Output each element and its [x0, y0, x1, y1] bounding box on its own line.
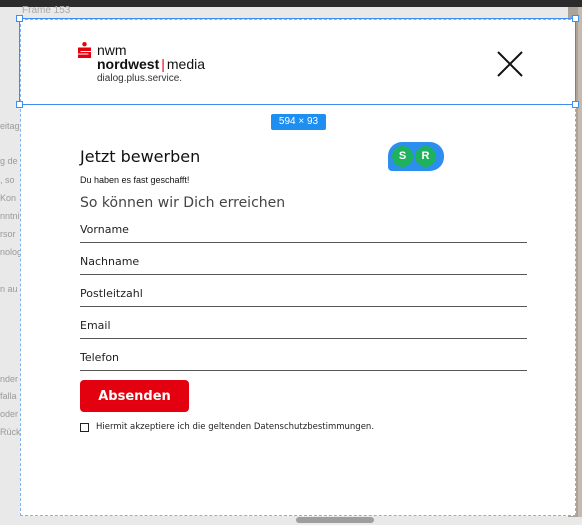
- consent-label: Hiermit akzeptiere ich die geltenden Dat…: [96, 422, 375, 432]
- consent-row[interactable]: Hiermit akzeptiere ich die geltenden Dat…: [80, 422, 374, 432]
- phone-field[interactable]: [80, 345, 527, 371]
- resize-handle-top-right[interactable]: [572, 15, 579, 22]
- postal-code-input[interactable]: [80, 287, 527, 300]
- collaborator-avatars[interactable]: S R: [388, 142, 444, 171]
- avatar[interactable]: S: [392, 146, 413, 167]
- form-title: Jetzt bewerben: [80, 147, 201, 166]
- first-name-field[interactable]: [80, 217, 527, 243]
- postal-code-field[interactable]: [80, 281, 527, 307]
- sparkasse-s-icon: [78, 42, 91, 58]
- logo-tagline: dialog.plus.service.: [97, 73, 183, 84]
- email-field[interactable]: [80, 313, 527, 339]
- phone-input[interactable]: [80, 351, 527, 364]
- close-button[interactable]: [496, 50, 524, 78]
- background-text: nder: [0, 374, 19, 384]
- submit-button[interactable]: Absenden: [80, 380, 189, 412]
- last-name-field[interactable]: [80, 249, 527, 275]
- background-text: nolog: [0, 247, 23, 257]
- section-title: So können wir Dich erreichen: [80, 195, 286, 211]
- first-name-input[interactable]: [80, 223, 527, 236]
- background-text: oder: [0, 409, 19, 419]
- background-text: eitag: [0, 121, 20, 131]
- resize-handle-top-left[interactable]: [16, 15, 23, 22]
- form-subtitle: Du haben es fast geschafft!: [80, 175, 190, 185]
- logo-separator: |: [161, 56, 165, 72]
- background-text: n au: [0, 284, 18, 294]
- background-text: nntni: [0, 211, 20, 221]
- resize-handle-bottom-left[interactable]: [16, 101, 23, 108]
- background-text: , so: [0, 175, 15, 185]
- background-text: rsor: [0, 229, 16, 239]
- avatar[interactable]: R: [415, 146, 436, 167]
- close-icon: [497, 51, 523, 77]
- company-logo: nwm nordwest | media dialog.plus.service.: [77, 40, 227, 88]
- logo-word-media: media: [166, 56, 206, 72]
- resize-handle-bottom-right[interactable]: [572, 101, 579, 108]
- background-text: Rück: [0, 427, 21, 437]
- background-text: g de: [0, 156, 18, 166]
- top-toolbar-strip: [0, 0, 582, 7]
- last-name-input[interactable]: [80, 255, 527, 268]
- background-text: falla: [0, 391, 17, 401]
- selection-size-badge: 594 × 93: [271, 114, 326, 130]
- logo-word-nordwest: nordwest: [97, 56, 160, 72]
- frame-label[interactable]: Frame 153: [22, 5, 70, 16]
- consent-checkbox[interactable]: [80, 422, 89, 432]
- logo-line-2: nordwest | media: [97, 56, 205, 72]
- horizontal-scrollbar[interactable]: [296, 517, 374, 523]
- email-input[interactable]: [80, 319, 527, 332]
- background-text: Kon: [0, 193, 17, 203]
